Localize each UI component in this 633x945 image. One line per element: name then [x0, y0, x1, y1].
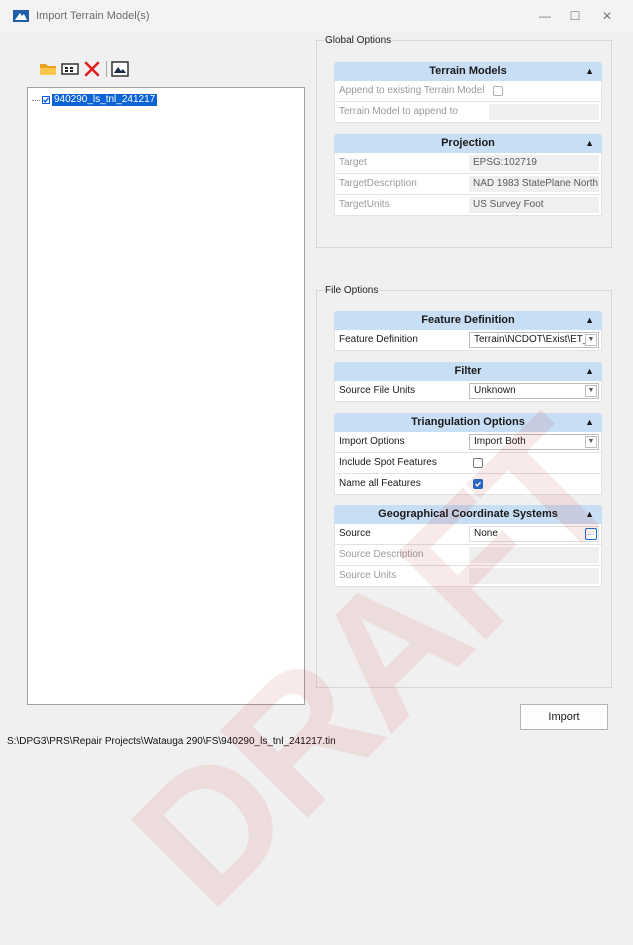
gcs-source-value: None — [474, 528, 498, 539]
collapse-chevron-icon[interactable]: ▲ — [585, 311, 594, 330]
projection-header[interactable]: Projection ▲ — [334, 134, 602, 153]
target-units-label: TargetUnits — [339, 199, 390, 210]
include-spot-row: Include Spot Features — [334, 453, 602, 474]
append-target-label: Terrain Model to append to — [339, 106, 458, 117]
title-bar: Import Terrain Model(s) — ☐ ✕ — [0, 0, 633, 32]
terrain-models-header[interactable]: Terrain Models ▲ — [334, 62, 602, 81]
gcs-units-row: Source Units — [334, 566, 602, 587]
collapse-chevron-icon[interactable]: ▲ — [585, 134, 594, 153]
toolbar — [39, 60, 133, 78]
tree-item-checkbox[interactable] — [42, 96, 50, 104]
name-all-row: Name all Features — [334, 474, 602, 495]
target-description-value: NAD 1983 StatePlane North C — [469, 176, 599, 192]
file-options-label: File Options — [324, 285, 380, 296]
tree-item-label[interactable]: 940290_ls_tnl_241217 — [52, 94, 158, 106]
projection-row: TargetUnits US Survey Foot — [334, 195, 602, 216]
open-folder-icon[interactable] — [39, 60, 57, 78]
gcs-header[interactable]: Geographical Coordinate Systems ▲ — [334, 505, 602, 524]
name-all-checkbox[interactable] — [473, 479, 483, 489]
gcs-source-label: Source — [339, 528, 371, 539]
chevron-down-icon[interactable]: ▼ — [585, 436, 597, 448]
minimize-button[interactable]: — — [532, 6, 558, 26]
toolbar-separator — [106, 61, 107, 77]
feature-definition-title: Feature Definition — [421, 314, 515, 326]
global-options-label: Global Options — [324, 35, 393, 46]
collapse-chevron-icon[interactable]: ▲ — [585, 413, 594, 432]
feature-definition-select[interactable]: Terrain\NCDOT\Exist\ET_ ▼ — [469, 332, 599, 348]
import-options-select[interactable]: Import Both ▼ — [469, 434, 599, 450]
maximize-button[interactable]: ☐ — [562, 6, 588, 26]
gcs-source-field[interactable]: None … — [469, 526, 599, 542]
gcs-units-label: Source Units — [339, 570, 397, 581]
target-value: EPSG:102719 — [469, 155, 599, 171]
import-options-value: Import Both — [474, 436, 526, 447]
feature-definition-header[interactable]: Feature Definition ▲ — [334, 311, 602, 330]
window-title: Import Terrain Model(s) — [36, 10, 150, 22]
append-existing-row: Append to existing Terrain Model — [334, 81, 602, 102]
source-file-units-label: Source File Units — [339, 385, 416, 396]
projection-row: TargetDescription NAD 1983 StatePlane No… — [334, 174, 602, 195]
append-existing-label: Append to existing Terrain Model — [339, 85, 485, 96]
target-description-label: TargetDescription — [339, 178, 417, 189]
name-all-label: Name all Features — [339, 478, 421, 489]
chevron-down-icon[interactable]: ▼ — [585, 334, 597, 346]
collapse-chevron-icon[interactable]: ▲ — [585, 505, 594, 524]
browse-ellipsis-button[interactable]: … — [585, 528, 597, 540]
gcs-source-row: Source None … — [334, 524, 602, 545]
delete-icon[interactable] — [83, 60, 101, 78]
projection-row: Target EPSG:102719 — [334, 153, 602, 174]
triangulation-title: Triangulation Options — [411, 416, 525, 428]
gcs-units-field — [469, 568, 599, 584]
gcs-description-field — [469, 547, 599, 563]
import-button[interactable]: Import — [520, 704, 608, 730]
append-target-row: Terrain Model to append to — [334, 102, 602, 123]
chevron-down-icon[interactable]: ▼ — [585, 385, 597, 397]
triangulation-header[interactable]: Triangulation Options ▲ — [334, 413, 602, 432]
target-units-value: US Survey Foot — [469, 197, 599, 213]
gcs-description-row: Source Description — [334, 545, 602, 566]
tree-connector — [32, 99, 40, 101]
filter-title: Filter — [454, 365, 482, 377]
import-options-label: Import Options — [339, 436, 405, 447]
gcs-title: Geographical Coordinate Systems — [378, 508, 558, 520]
gcs-description-label: Source Description — [339, 549, 424, 560]
terrain-preview-icon[interactable] — [111, 60, 129, 78]
append-existing-checkbox[interactable] — [493, 86, 503, 96]
feature-definition-row: Feature Definition Terrain\NCDOT\Exist\E… — [334, 330, 602, 351]
projection-title: Projection — [441, 137, 495, 149]
feature-definition-value: Terrain\NCDOT\Exist\ET_ — [474, 334, 589, 345]
source-file-units-select[interactable]: Unknown ▼ — [469, 383, 599, 399]
target-label: Target — [339, 157, 367, 168]
feature-definition-label: Feature Definition — [339, 334, 418, 345]
collapse-chevron-icon[interactable]: ▲ — [585, 62, 594, 81]
import-options-row: Import Options Import Both ▼ — [334, 432, 602, 453]
filter-header[interactable]: Filter ▲ — [334, 362, 602, 381]
app-logo-icon — [13, 10, 29, 22]
source-file-units-value: Unknown — [474, 385, 516, 396]
close-button[interactable]: ✕ — [594, 6, 620, 26]
terrain-file-tree[interactable]: 940290_ls_tnl_241217 — [27, 87, 305, 705]
include-spot-label: Include Spot Features — [339, 457, 437, 468]
include-spot-checkbox[interactable] — [473, 458, 483, 468]
terrain-models-title: Terrain Models — [429, 65, 507, 77]
append-target-field[interactable] — [489, 104, 599, 120]
tree-item[interactable]: 940290_ls_tnl_241217 — [32, 94, 158, 106]
status-path: S:\DPG3\PRS\Repair Projects\Watauga 290\… — [7, 736, 336, 747]
feature-grid-icon[interactable] — [61, 60, 79, 78]
source-units-row: Source File Units Unknown ▼ — [334, 381, 602, 402]
collapse-chevron-icon[interactable]: ▲ — [585, 362, 594, 381]
